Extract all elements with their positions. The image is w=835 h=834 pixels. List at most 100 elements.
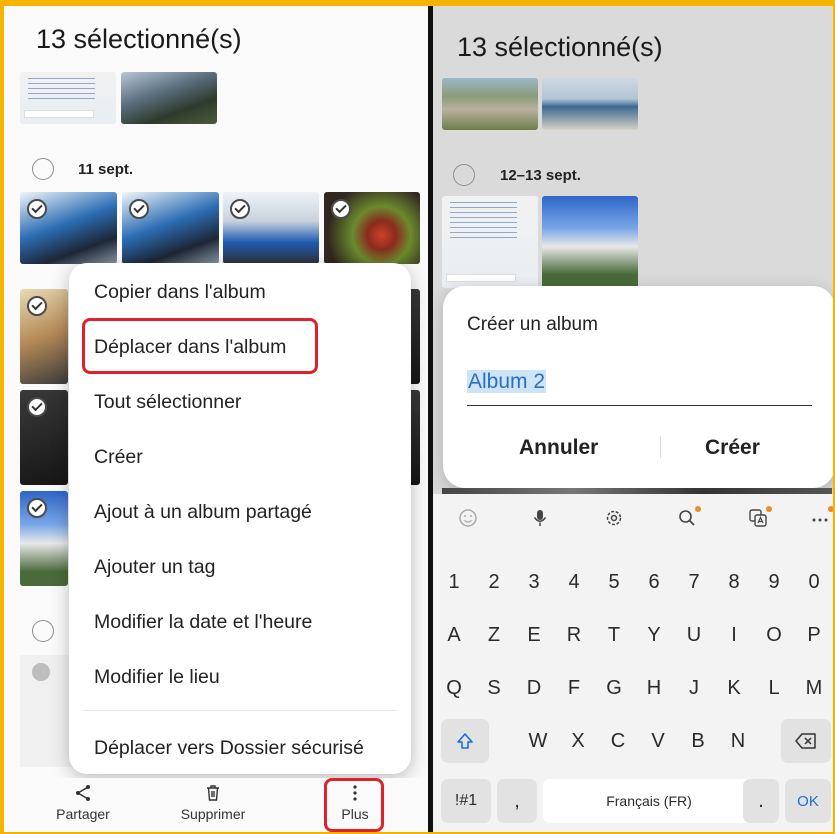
backspace-key[interactable] xyxy=(781,719,831,763)
photo-thumbnail[interactable] xyxy=(20,72,116,124)
key-t[interactable]: T xyxy=(595,613,633,657)
photo-thumbnail[interactable] xyxy=(542,196,638,288)
menu-item-create[interactable]: Créer xyxy=(94,446,143,469)
key-e[interactable]: E xyxy=(515,613,553,657)
key-x[interactable]: X xyxy=(559,719,597,763)
photo-thumbnail[interactable] xyxy=(20,289,68,384)
selected-check-icon xyxy=(331,199,351,219)
menu-item-add-shared-album[interactable]: Ajout à un album partagé xyxy=(94,501,312,524)
key-5[interactable]: 5 xyxy=(595,560,633,604)
cancel-button[interactable]: Annuler xyxy=(519,436,598,460)
key-7[interactable]: 7 xyxy=(675,560,713,604)
key-i[interactable]: I xyxy=(715,613,753,657)
key-d[interactable]: D xyxy=(515,666,553,710)
share-button[interactable]: Partager xyxy=(38,784,128,822)
album-name-input[interactable]: Album 2 xyxy=(467,370,812,406)
page-title: 13 sélectionné(s) xyxy=(36,24,242,54)
period-key[interactable]: . xyxy=(743,779,779,823)
shift-icon xyxy=(457,733,473,749)
menu-item-select-all[interactable]: Tout sélectionner xyxy=(94,391,241,414)
space-bar[interactable]: Français (FR) xyxy=(543,779,755,823)
key-6[interactable]: 6 xyxy=(635,560,673,604)
trash-icon xyxy=(207,785,219,801)
photo-thumbnail[interactable] xyxy=(20,491,68,586)
ok-key[interactable]: OK xyxy=(785,779,831,823)
shift-key[interactable] xyxy=(441,719,489,763)
key-a[interactable]: A xyxy=(435,613,473,657)
key-g[interactable]: G xyxy=(595,666,633,710)
photo-thumbnail[interactable] xyxy=(223,192,319,264)
selected-check-icon xyxy=(27,296,47,316)
menu-divider xyxy=(83,710,397,711)
photo-thumbnail[interactable] xyxy=(442,196,538,288)
date-group-label: 12–13 sept. xyxy=(500,167,581,184)
symbols-key[interactable]: !#1 xyxy=(441,779,491,823)
selected-check-icon xyxy=(27,397,47,417)
key-j[interactable]: J xyxy=(675,666,713,710)
key-f[interactable]: F xyxy=(555,666,593,710)
more-options-menu: Copier dans l'album Déplacer dans l'albu… xyxy=(69,263,411,774)
key-0[interactable]: 0 xyxy=(795,560,833,604)
highlight-box xyxy=(324,778,384,832)
selected-check-icon xyxy=(230,199,250,219)
key-l[interactable]: L xyxy=(755,666,793,710)
dialog-button-divider xyxy=(660,436,661,458)
select-circle-icon xyxy=(32,663,50,681)
key-r[interactable]: R xyxy=(555,613,593,657)
key-n[interactable]: N xyxy=(719,719,757,763)
selected-check-icon xyxy=(27,199,47,219)
album-name-value: Album 2 xyxy=(467,370,547,393)
key-o[interactable]: O xyxy=(755,613,793,657)
key-3[interactable]: 3 xyxy=(515,560,553,604)
highlight-box xyxy=(82,318,318,374)
share-icon xyxy=(76,785,90,801)
search-icon[interactable] xyxy=(676,506,701,530)
photo-thumbnail[interactable] xyxy=(324,192,420,264)
selected-check-icon xyxy=(129,199,149,219)
emoji-icon[interactable] xyxy=(457,508,479,530)
key-p[interactable]: P xyxy=(795,613,833,657)
key-z[interactable]: Z xyxy=(475,613,513,657)
settings-icon[interactable] xyxy=(603,508,625,530)
create-button[interactable]: Créer xyxy=(705,436,760,460)
keyboard-toolbar xyxy=(433,494,833,544)
photo-thumbnail[interactable] xyxy=(20,390,68,485)
select-group-circle[interactable] xyxy=(32,158,54,180)
comma-key[interactable]: , xyxy=(497,779,537,823)
key-8[interactable]: 8 xyxy=(715,560,753,604)
key-u[interactable]: U xyxy=(675,613,713,657)
photo-thumbnail[interactable] xyxy=(122,192,219,264)
delete-button[interactable]: Supprimer xyxy=(168,784,258,822)
page-title: 13 sélectionné(s) xyxy=(457,32,663,62)
key-y[interactable]: Y xyxy=(635,613,673,657)
key-b[interactable]: B xyxy=(679,719,717,763)
photo-thumbnail[interactable] xyxy=(20,192,117,264)
key-4[interactable]: 4 xyxy=(555,560,593,604)
key-2[interactable]: 2 xyxy=(475,560,513,604)
key-m[interactable]: M xyxy=(795,666,833,710)
notification-dot xyxy=(828,506,833,512)
key-w[interactable]: W xyxy=(519,719,557,763)
notification-dot xyxy=(766,506,772,512)
menu-item-add-tag[interactable]: Ajouter un tag xyxy=(94,556,215,579)
key-s[interactable]: S xyxy=(475,666,513,710)
photo-thumbnail[interactable] xyxy=(121,72,217,124)
key-9[interactable]: 9 xyxy=(755,560,793,604)
key-q[interactable]: Q xyxy=(435,666,473,710)
menu-item-copy-to-album[interactable]: Copier dans l'album xyxy=(94,281,266,304)
menu-item-edit-location[interactable]: Modifier le lieu xyxy=(94,666,220,689)
key-c[interactable]: C xyxy=(599,719,637,763)
key-1[interactable]: 1 xyxy=(435,560,473,604)
select-group-circle[interactable] xyxy=(453,164,475,186)
microphone-icon[interactable] xyxy=(529,508,551,530)
photo-thumbnail[interactable] xyxy=(542,78,638,130)
key-k[interactable]: K xyxy=(715,666,753,710)
more-icon[interactable] xyxy=(809,506,833,530)
key-h[interactable]: H xyxy=(635,666,673,710)
menu-item-edit-date-time[interactable]: Modifier la date et l'heure xyxy=(94,611,312,634)
key-v[interactable]: V xyxy=(639,719,677,763)
select-group-circle[interactable] xyxy=(32,620,54,642)
translate-icon[interactable] xyxy=(747,506,772,530)
menu-item-move-to-secure-folder[interactable]: Déplacer vers Dossier sécurisé xyxy=(94,737,364,760)
photo-thumbnail[interactable] xyxy=(442,78,538,130)
